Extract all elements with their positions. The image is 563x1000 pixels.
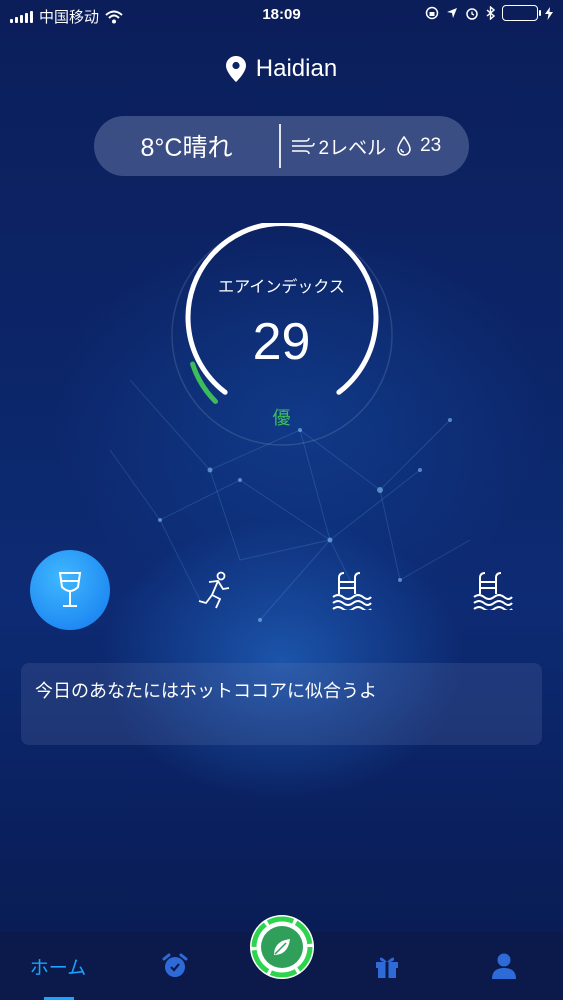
gift-icon xyxy=(376,957,398,978)
activity-swim-button[interactable] xyxy=(312,550,392,630)
wine-glass-icon xyxy=(58,572,82,607)
tab-profile[interactable] xyxy=(474,932,534,1000)
tab-home-label: ホーム xyxy=(29,957,87,979)
swimming-pool-icon xyxy=(473,572,513,610)
tab-home[interactable]: ホーム xyxy=(18,932,98,1000)
recommendation-card: 今日のあなたにはホットココアに似合うよ xyxy=(21,663,542,745)
tab-gift[interactable] xyxy=(357,932,417,1000)
tab-alarm[interactable] xyxy=(145,932,205,1000)
wind-icon xyxy=(291,137,315,155)
charging-icon xyxy=(545,6,553,20)
humidity-drop-icon xyxy=(397,136,411,156)
location-header[interactable]: Haidian xyxy=(0,55,563,83)
running-icon xyxy=(198,571,230,609)
profile-icon xyxy=(492,953,516,979)
screen-lock-icon xyxy=(425,6,439,20)
air-index-label: エアインデックス xyxy=(218,279,345,296)
weather-temp-condition: 8°C晴れ xyxy=(140,134,233,162)
activity-drink-button[interactable] xyxy=(30,550,110,630)
location-name: Haidian xyxy=(255,55,338,82)
humidity-value: 23 xyxy=(420,135,442,156)
swimming-pool-icon xyxy=(332,572,372,610)
location-pin-icon xyxy=(225,56,246,82)
battery-icon xyxy=(502,5,541,21)
activity-row xyxy=(0,550,563,630)
location-arrow-icon xyxy=(447,8,457,18)
center-leaf-button[interactable] xyxy=(250,915,314,979)
weather-summary[interactable]: 8°C晴れ 2レベル 23 xyxy=(94,116,469,176)
activity-swim-2-button[interactable] xyxy=(453,550,533,630)
activity-run-button[interactable] xyxy=(174,550,254,630)
status-bar: 中国移动 18:09 xyxy=(0,0,563,30)
alarm-clock-icon xyxy=(162,953,188,977)
air-index-value: 29 xyxy=(252,313,311,371)
alarm-icon xyxy=(466,8,478,20)
bluetooth-icon xyxy=(486,6,495,20)
air-quality-level: 優 xyxy=(272,408,291,428)
wind-level: 2レベル xyxy=(318,137,387,159)
leaf-icon xyxy=(274,939,290,955)
recommendation-text: 今日のあなたにはホットココアに似合うよ xyxy=(35,681,377,701)
